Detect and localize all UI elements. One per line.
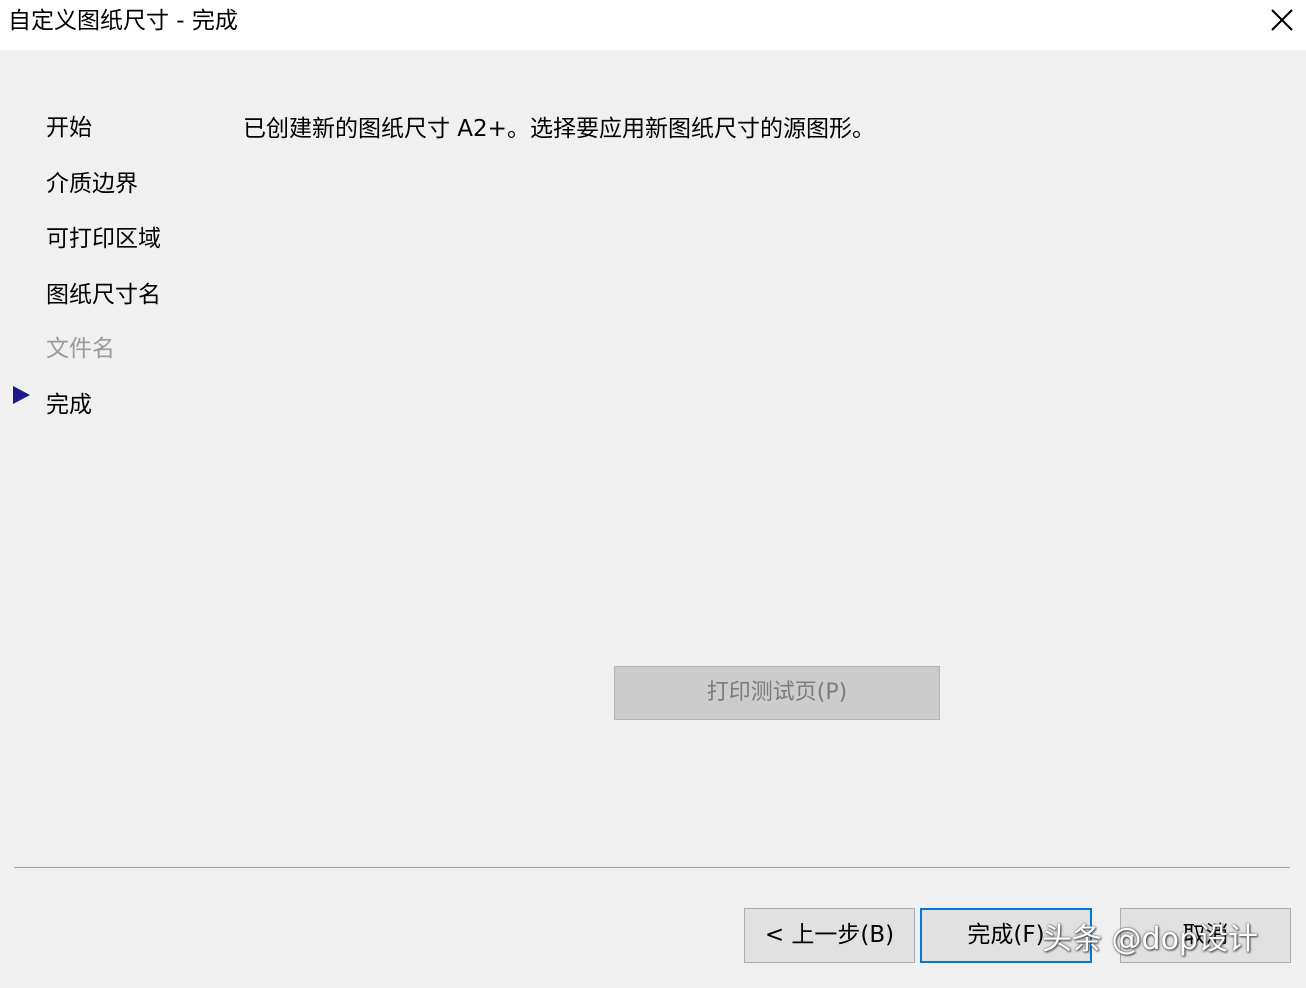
close-button[interactable] [1256, 0, 1306, 44]
window-title: 自定义图纸尺寸 - 完成 [8, 8, 238, 34]
close-icon [1271, 9, 1293, 31]
watermark: 头条 @dop设计 [1042, 922, 1258, 957]
title-bar: 自定义图纸尺寸 - 完成 [0, 0, 1306, 50]
step-file-name: 文件名 [46, 336, 115, 362]
triangle-right-icon [13, 386, 30, 404]
step-paper-size-name: 图纸尺寸名 [46, 282, 161, 308]
custom-paper-size-dialog: 自定义图纸尺寸 - 完成 开始 介质边界 可打印区域 图纸尺寸名 文件名 完成 … [0, 0, 1306, 988]
step-finish: 完成 [46, 392, 92, 418]
back-button[interactable]: < 上一步(B) [744, 908, 915, 963]
step-printable-area: 可打印区域 [46, 226, 161, 252]
print-test-page-button[interactable]: 打印测试页(P) [614, 666, 940, 720]
footer-divider [14, 867, 1290, 868]
completion-message: 已创建新的图纸尺寸 A2+。选择要应用新图纸尺寸的源图形。 [243, 116, 875, 142]
step-media-bounds: 介质边界 [46, 171, 138, 197]
step-start: 开始 [46, 115, 92, 141]
